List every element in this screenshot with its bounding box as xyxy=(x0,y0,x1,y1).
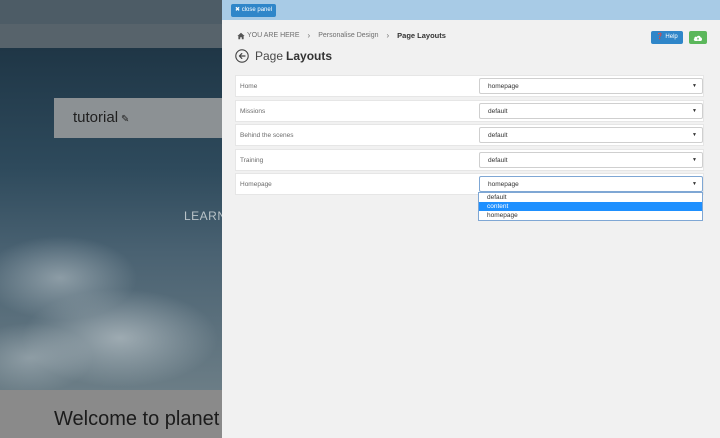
select-value: homepage xyxy=(488,181,519,188)
breadcrumb-separator-icon: › xyxy=(307,31,311,40)
caret-down-icon: ▼ xyxy=(692,156,697,163)
caret-down-icon: ▼ xyxy=(692,132,697,138)
close-panel-label: close panel xyxy=(241,7,273,13)
layout-select-behind-the-scenes[interactable]: default ▼ xyxy=(479,127,703,143)
pencil-icon[interactable]: ✎ xyxy=(121,114,129,125)
home-icon xyxy=(237,32,245,39)
question-circle-icon: ❓ xyxy=(656,34,664,40)
row-label: Homepage xyxy=(240,181,272,188)
dropdown-option-homepage[interactable]: homepage xyxy=(479,211,702,220)
select-value: default xyxy=(488,156,508,164)
layout-select-homepage[interactable]: homepage ▼ xyxy=(479,176,703,192)
layout-row-missions: Missions default ▼ xyxy=(235,99,704,122)
select-value: homepage xyxy=(488,83,519,90)
close-panel-button[interactable]: ✖ close panel xyxy=(231,4,277,17)
caret-down-icon: ▼ xyxy=(692,83,697,89)
select-value: default xyxy=(488,107,508,115)
breadcrumb-parent[interactable]: Personalise Design xyxy=(318,32,378,39)
learn-text: LEARN xyxy=(184,209,222,223)
tutorial-title-box[interactable]: tutorial ✎ xyxy=(54,98,222,138)
row-label: Behind the scenes xyxy=(240,132,294,139)
cloud-upload-icon xyxy=(693,35,703,41)
breadcrumb-you-are-here: YOU ARE HERE xyxy=(247,32,300,39)
welcome-heading: Welcome to planet xyxy=(54,408,220,430)
layout-rows: Home homepage ▼ Missions default ▼ Behin… xyxy=(235,75,704,198)
layout-select-missions[interactable]: default ▼ xyxy=(479,102,703,119)
dropdown-option-default[interactable]: default xyxy=(479,193,702,202)
caret-down-icon: ▼ xyxy=(692,181,697,187)
layout-row-home: Home homepage ▼ xyxy=(235,75,704,97)
panel-header: ✖ close panel xyxy=(222,0,720,20)
dropdown-option-content[interactable]: content xyxy=(479,202,702,211)
tutorial-title: tutorial ✎ xyxy=(73,109,129,126)
back-arrow-icon[interactable] xyxy=(235,49,249,63)
homepage-layout-dropdown: default content homepage xyxy=(478,192,703,221)
breadcrumb: YOU ARE HERE › Personalise Design › Page… xyxy=(237,31,446,40)
page-title: Page Layouts xyxy=(235,49,332,63)
row-label: Missions xyxy=(240,107,266,115)
breadcrumb-separator-icon: › xyxy=(386,31,390,40)
layout-select-training[interactable]: default ▼ xyxy=(479,151,703,168)
help-button[interactable]: ❓ Help xyxy=(651,31,683,44)
row-label: Training xyxy=(240,156,264,164)
page-layouts-panel: ✖ close panel YOU ARE HERE › Personalise… xyxy=(222,0,720,438)
layout-row-behind-the-scenes: Behind the scenes default ▼ xyxy=(235,124,704,146)
background-subbar xyxy=(0,24,222,48)
select-value: default xyxy=(488,132,508,139)
close-icon: ✖ xyxy=(235,7,241,13)
layout-row-training: Training default ▼ xyxy=(235,148,704,171)
breadcrumb-current: Page Layouts xyxy=(397,31,446,40)
background-site: tutorial✎ LEARN Welcome to planet xyxy=(0,0,222,438)
cloud-upload-button[interactable] xyxy=(689,31,707,44)
page-title-light: Page xyxy=(255,49,284,63)
help-label: Help xyxy=(665,34,678,40)
row-label: Home xyxy=(240,83,258,90)
layout-select-home[interactable]: homepage ▼ xyxy=(479,78,703,94)
tutorial-label: tutorial xyxy=(73,109,119,126)
caret-down-icon: ▼ xyxy=(692,107,697,114)
page-title-bold: Layouts xyxy=(286,49,333,63)
background-topbar xyxy=(0,0,222,24)
